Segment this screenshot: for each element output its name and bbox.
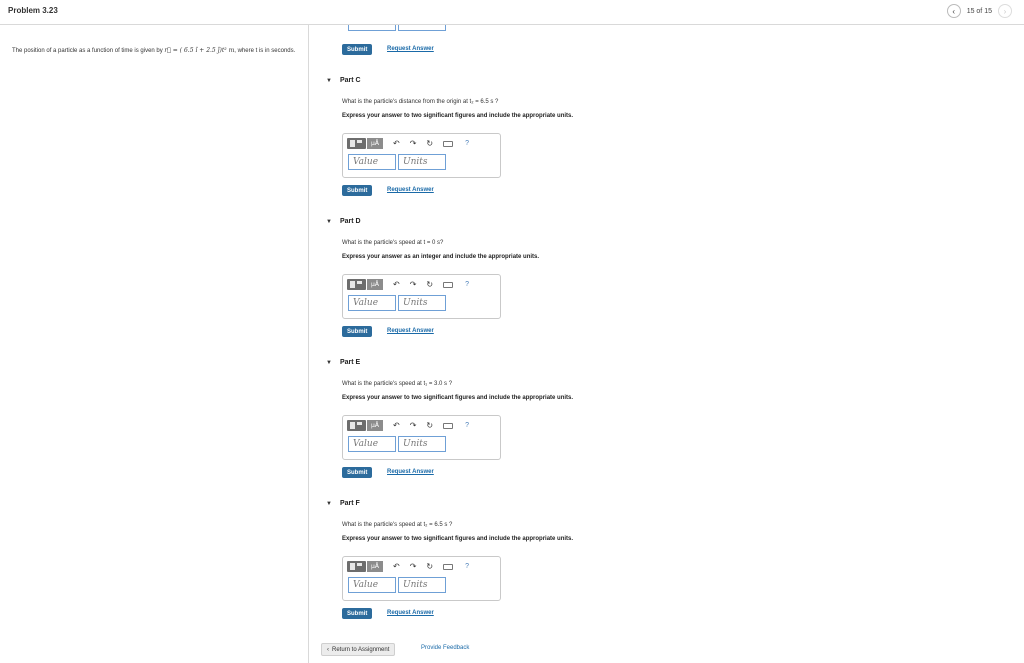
undo-icon[interactable]: ↶: [393, 421, 400, 430]
part-e-header[interactable]: ▼ Part E: [326, 359, 360, 366]
units-field-partial[interactable]: [398, 25, 446, 31]
units-symbols-icon[interactable]: μÅ: [367, 138, 383, 149]
units-field[interactable]: Units: [398, 154, 446, 170]
top-bar: Problem 3.23 ‹ 15 of 15 ›: [0, 0, 1024, 25]
value-field[interactable]: Value: [348, 436, 396, 452]
template-icon[interactable]: [347, 561, 366, 572]
part-d-question: What is the particle's speed at t = 0 s?: [342, 240, 444, 246]
chevron-left-icon: ‹: [327, 646, 329, 653]
part-d-instruction: Express your answer as an integer and in…: [342, 254, 540, 260]
part-d-title: Part D: [339, 218, 361, 225]
template-icon[interactable]: [347, 279, 366, 290]
help-icon[interactable]: ?: [465, 422, 469, 429]
undo-icon[interactable]: ↶: [393, 139, 400, 148]
return-to-assignment-button[interactable]: ‹ Return to Assignment: [321, 643, 396, 656]
redo-icon[interactable]: ↷: [410, 139, 417, 148]
value-field[interactable]: Value: [348, 295, 396, 311]
keyboard-icon[interactable]: [443, 563, 454, 570]
part-f-answer-box: μÅ ↶ ↷ ↻ ? Value Units: [342, 556, 501, 601]
collapse-caret-icon: ▼: [326, 218, 332, 225]
request-answer-link-part-c[interactable]: Request Answer: [387, 187, 434, 193]
units-field[interactable]: Units: [398, 295, 446, 311]
part-f-title: Part F: [339, 500, 360, 507]
math-toolbar: μÅ ↶ ↷ ↻ ?: [347, 420, 469, 431]
submit-button-part-e[interactable]: Submit: [342, 467, 373, 478]
part-f-question: What is the particle's speed at t₂ = 6.5…: [342, 522, 453, 528]
math-toolbar: μÅ ↶ ↷ ↻ ?: [347, 279, 469, 290]
submit-button-part-b[interactable]: Submit: [342, 44, 373, 55]
help-icon[interactable]: ?: [465, 140, 469, 147]
part-c-answer-box: μÅ ↶ ↷ ↻ ? Value Units: [342, 133, 501, 178]
part-c-question: What is the particle's distance from the…: [342, 99, 499, 105]
part-f-instruction: Express your answer to two significant f…: [342, 536, 574, 542]
answer-fields: Value Units: [348, 295, 446, 311]
submit-button-part-d[interactable]: Submit: [342, 326, 373, 337]
part-c-header[interactable]: ▼ Part C: [326, 77, 361, 84]
value-field[interactable]: Value: [348, 577, 396, 593]
units-field[interactable]: Units: [398, 436, 446, 452]
redo-icon[interactable]: ↷: [410, 280, 417, 289]
reset-icon[interactable]: ↻: [426, 280, 433, 289]
problem-statement-pane: The position of a particle as a function…: [0, 25, 309, 663]
collapse-caret-icon: ▼: [326, 77, 332, 84]
submit-button-part-f[interactable]: Submit: [342, 608, 373, 619]
redo-icon[interactable]: ↷: [410, 421, 417, 430]
problem-text-before: The position of a particle as a function…: [12, 48, 165, 54]
problem-statement: The position of a particle as a function…: [12, 47, 297, 55]
units-symbols-icon[interactable]: μÅ: [367, 561, 383, 572]
provide-feedback-link[interactable]: Provide Feedback: [421, 645, 469, 651]
keyboard-icon[interactable]: [443, 422, 454, 429]
value-field[interactable]: Value: [348, 154, 396, 170]
template-icon[interactable]: [347, 420, 366, 431]
part-d-answer-box: μÅ ↶ ↷ ↻ ? Value Units: [342, 274, 501, 319]
request-answer-link-part-d[interactable]: Request Answer: [387, 328, 434, 334]
undo-icon[interactable]: ↶: [393, 562, 400, 571]
request-answer-link-part-e[interactable]: Request Answer: [387, 469, 434, 475]
answer-fields: Value Units: [348, 436, 446, 452]
keyboard-icon[interactable]: [443, 281, 454, 288]
position-equation: r⃗ = ( 6.5 î + 2.5 ĵ)t² m: [164, 47, 235, 54]
previous-part-fields: [348, 25, 446, 31]
part-c-title: Part C: [339, 77, 361, 84]
answer-fields: Value Units: [348, 577, 446, 593]
part-c-instruction: Express your answer to two significant f…: [342, 113, 574, 119]
reset-icon[interactable]: ↻: [426, 139, 433, 148]
problem-text-after: , where t is in seconds.: [234, 48, 296, 54]
submit-button-part-c[interactable]: Submit: [342, 185, 373, 196]
part-e-instruction: Express your answer to two significant f…: [342, 395, 574, 401]
units-symbols-icon[interactable]: μÅ: [367, 420, 383, 431]
reset-icon[interactable]: ↻: [426, 562, 433, 571]
collapse-caret-icon: ▼: [326, 500, 332, 507]
part-d-header[interactable]: ▼ Part D: [326, 218, 361, 225]
part-e-question: What is the particle's speed at t₁ = 3.0…: [342, 381, 453, 387]
math-toolbar: μÅ ↶ ↷ ↻ ?: [347, 138, 469, 149]
problem-counter: 15 of 15: [966, 7, 992, 15]
next-problem-button[interactable]: ›: [998, 4, 1012, 18]
redo-icon[interactable]: ↷: [410, 562, 417, 571]
part-f-header[interactable]: ▼ Part F: [326, 500, 360, 507]
return-label: Return to Assignment: [332, 646, 390, 653]
math-toolbar: μÅ ↶ ↷ ↻ ?: [347, 561, 469, 572]
previous-problem-button[interactable]: ‹: [946, 4, 961, 18]
help-icon[interactable]: ?: [465, 563, 469, 570]
value-field-partial[interactable]: [348, 25, 396, 31]
template-icon[interactable]: [347, 138, 366, 149]
undo-icon[interactable]: ↶: [393, 280, 400, 289]
collapse-caret-icon: ▼: [326, 359, 332, 366]
keyboard-icon[interactable]: [443, 140, 454, 147]
units-field[interactable]: Units: [398, 577, 446, 593]
part-e-answer-box: μÅ ↶ ↷ ↻ ? Value Units: [342, 415, 501, 460]
answer-fields: Value Units: [348, 154, 446, 170]
help-icon[interactable]: ?: [465, 281, 469, 288]
units-symbols-icon[interactable]: μÅ: [367, 279, 383, 290]
request-answer-link-part-f[interactable]: Request Answer: [387, 610, 434, 616]
request-answer-link-part-b[interactable]: Request Answer: [387, 46, 434, 52]
problem-title: Problem 3.23: [8, 6, 58, 15]
part-e-title: Part E: [339, 359, 361, 366]
reset-icon[interactable]: ↻: [426, 421, 433, 430]
problem-navigation: ‹ 15 of 15 ›: [946, 4, 1012, 18]
